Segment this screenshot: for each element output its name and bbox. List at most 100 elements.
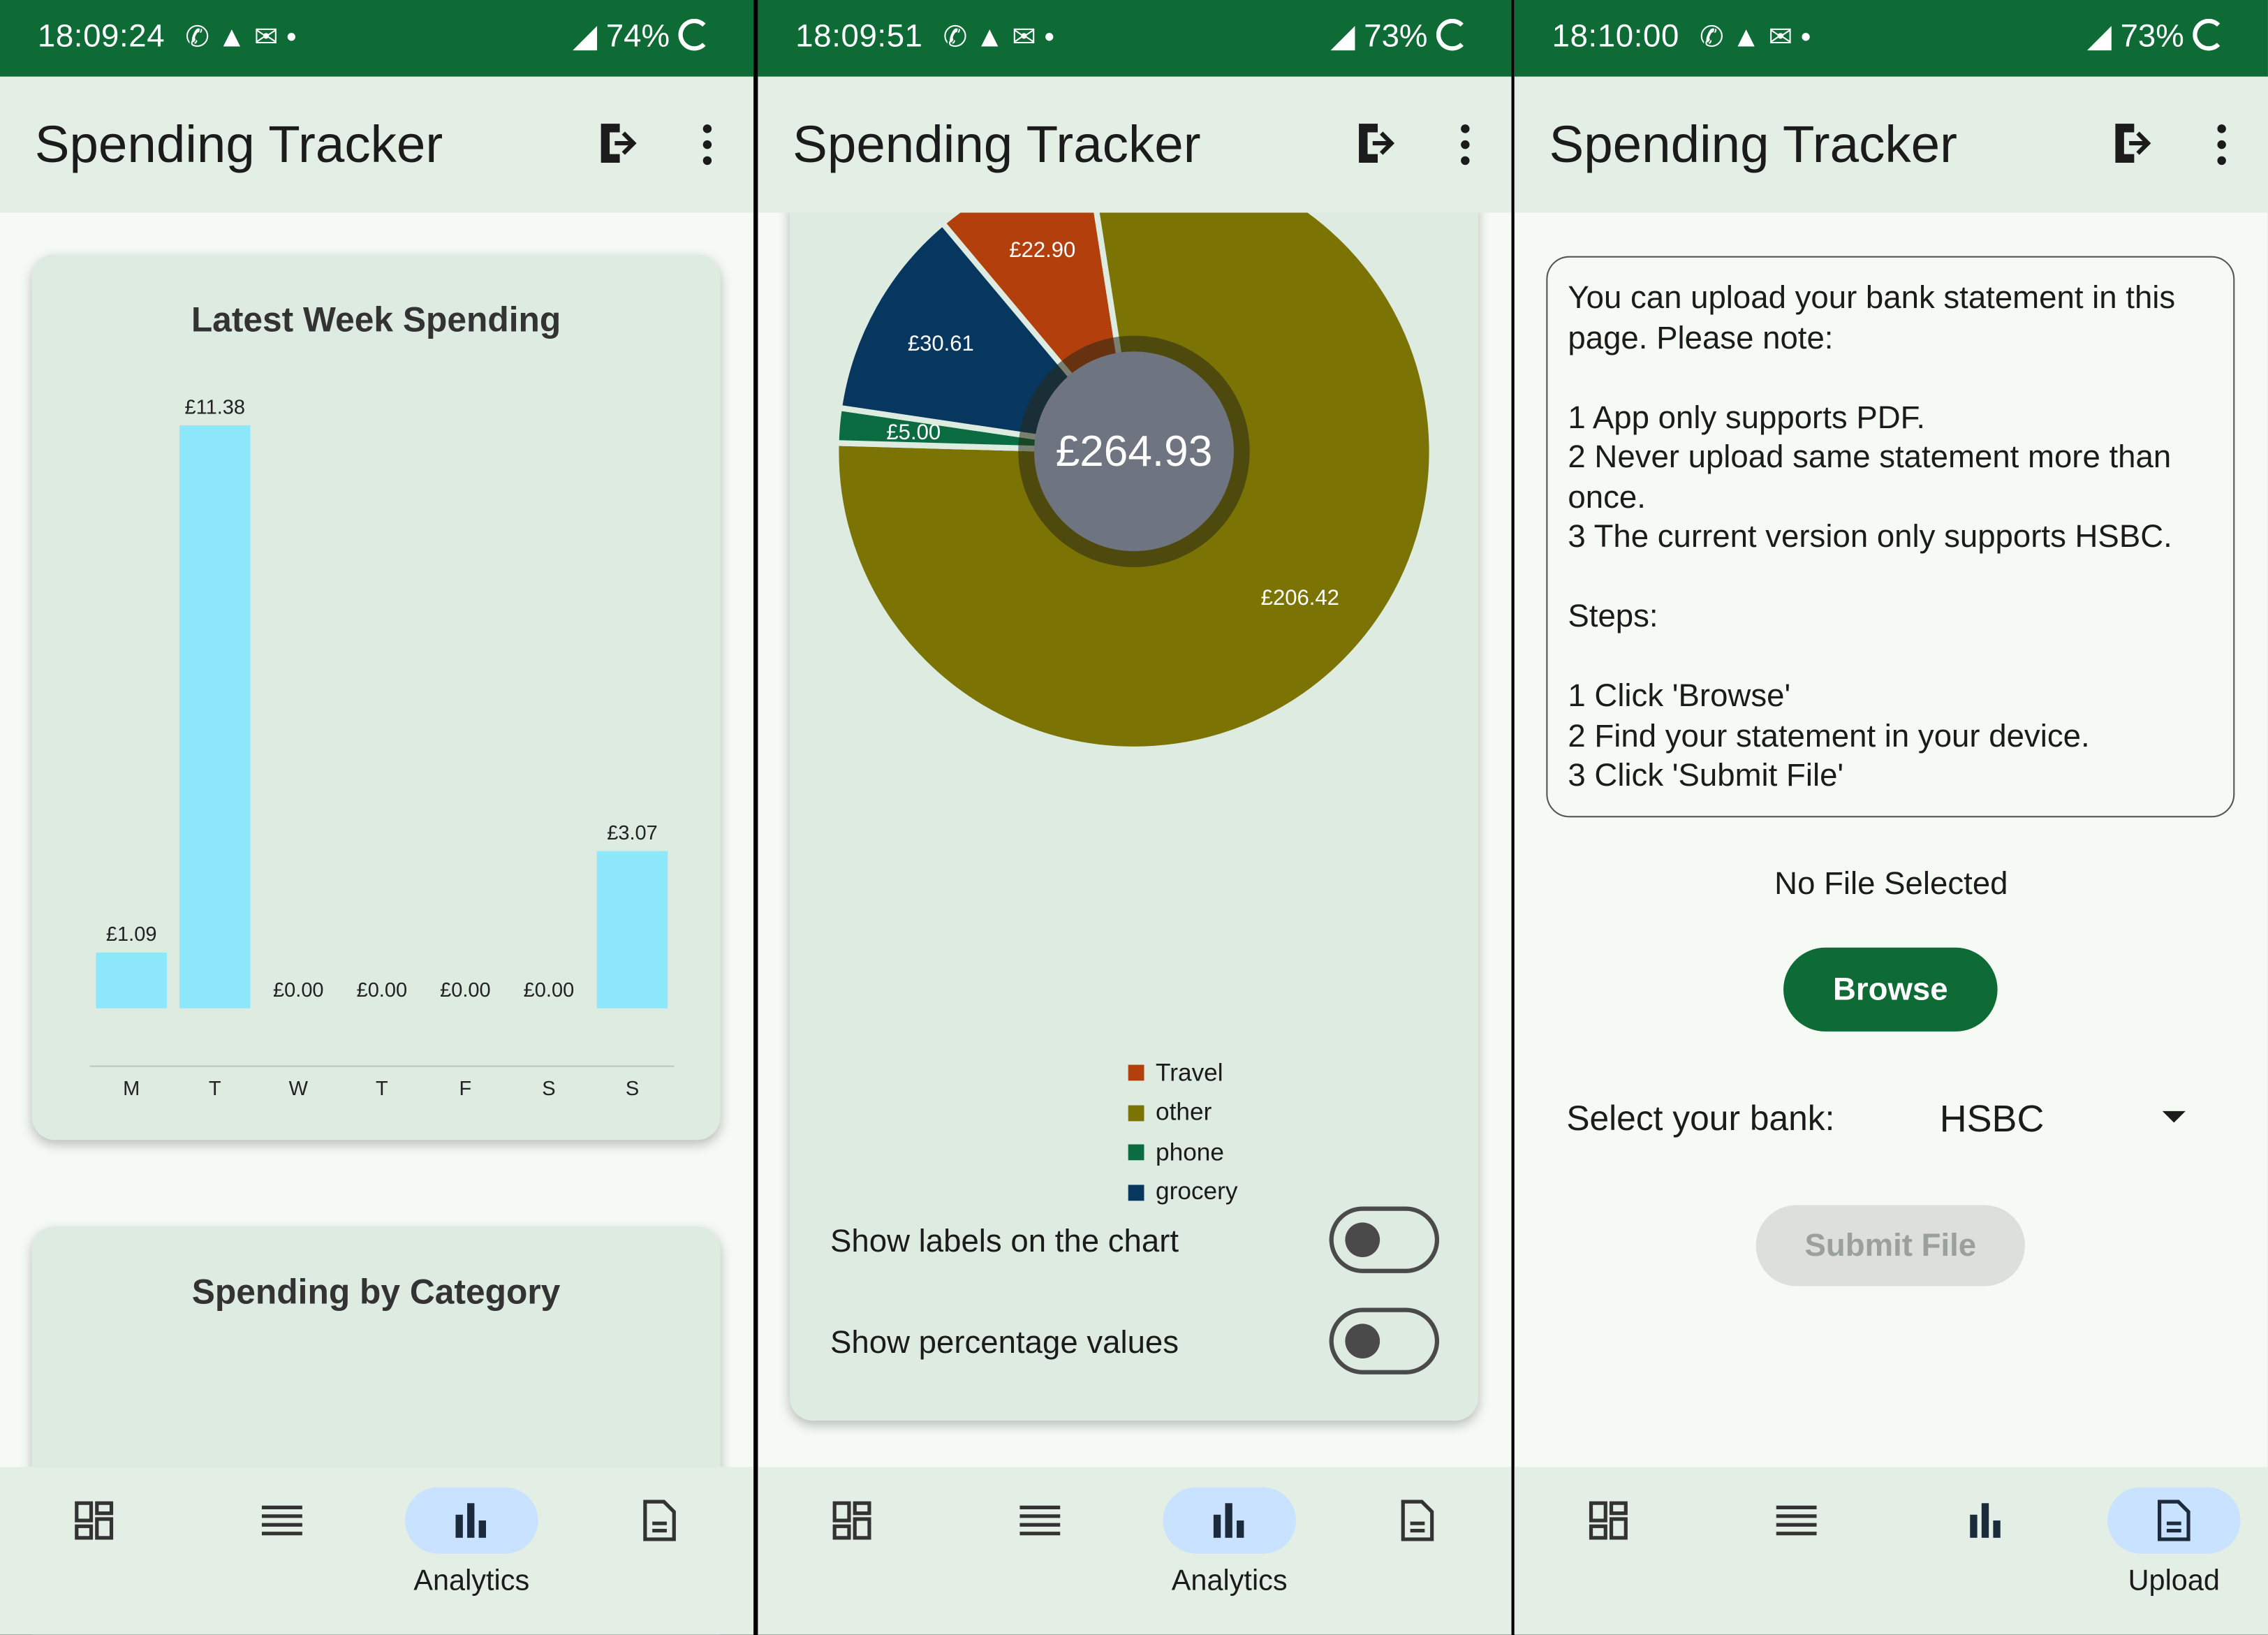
- pie-slice-label: £30.61: [908, 331, 974, 355]
- status-right: ◢ 73%: [1330, 17, 1468, 55]
- more-options-icon[interactable]: [2210, 123, 2233, 166]
- notification-icons: ✆ ▲ ✉ •: [185, 22, 297, 54]
- upload-instructions: You can upload your bank statement in th…: [1546, 256, 2235, 818]
- analytics-icon: [1213, 1503, 1244, 1538]
- x-tick-label: F: [459, 1078, 472, 1100]
- nav-upload[interactable]: Upload: [2087, 1487, 2261, 1598]
- logout-icon[interactable]: [597, 120, 643, 166]
- show-labels-switch[interactable]: [1329, 1206, 1440, 1273]
- dropdown-arrow-icon: [2162, 1110, 2186, 1123]
- show-percentages-switch[interactable]: [1329, 1307, 1440, 1374]
- nav-upload[interactable]: [1331, 1487, 1505, 1553]
- bar-1: [179, 425, 251, 1009]
- instruction-text: 1 App only supports PDF.: [1568, 398, 1926, 435]
- dashboard-icon: [832, 1501, 871, 1540]
- switch-knob: [1345, 1324, 1380, 1359]
- x-tick-label: W: [289, 1078, 309, 1100]
- logout-icon[interactable]: [1355, 120, 1401, 166]
- document-icon: [2158, 1500, 2190, 1541]
- nav-list[interactable]: [1709, 1487, 1883, 1553]
- nav-label: Upload: [2128, 1565, 2220, 1597]
- instruction-text: You can upload your bank statement in th…: [1568, 279, 2176, 355]
- analytics-icon: [1970, 1503, 2001, 1538]
- legend-item: other: [1128, 1093, 1238, 1133]
- browse-button[interactable]: Browse: [1783, 947, 1998, 1032]
- nav-label: Analytics: [1171, 1565, 1288, 1597]
- bottom-navigation: Upload: [1514, 1467, 2268, 1635]
- x-tick-label: S: [542, 1078, 555, 1100]
- file-status: No File Selected: [1774, 865, 2008, 902]
- app-title: Spending Tracker: [34, 114, 443, 174]
- signal-icon: ◢: [573, 17, 598, 54]
- weekly-bar-chart: £1.09 M £11.38 T £0.00 W £0.00 T £0.00 F £0.00 S £3.…: [89, 396, 675, 1100]
- logout-icon[interactable]: [2112, 120, 2158, 166]
- pie-legend: Travel other phone grocery: [1128, 1053, 1238, 1212]
- nav-list[interactable]: [953, 1487, 1127, 1553]
- nav-analytics[interactable]: Analytics: [385, 1487, 559, 1598]
- x-tick-label: T: [209, 1078, 221, 1100]
- phone-screen-upload: 18:10:00 ✆ ▲ ✉ • ◢ 73% Spending Tracker …: [1514, 0, 2268, 1635]
- legend-swatch: [1128, 1184, 1144, 1201]
- app-bar: Spending Tracker: [1514, 76, 2268, 213]
- bar-value-label: £1.09: [106, 923, 157, 946]
- list-icon: [261, 1505, 302, 1536]
- category-pie-chart: £22.90£206.42£5.00£30.61£264.93: [833, 150, 1435, 753]
- bar-value-label: £3.07: [607, 822, 658, 844]
- phone-screen-analytics-1: 18:09:24 ✆ ▲ ✉ • ◢ 74% Spending Tracker …: [0, 0, 754, 1635]
- legend-label: phone: [1156, 1138, 1224, 1166]
- legend-swatch: [1128, 1144, 1144, 1161]
- instruction-text: 1 Click 'Browse': [1568, 677, 1791, 714]
- battery-icon: [678, 18, 711, 51]
- document-icon: [1401, 1500, 1434, 1541]
- instruction-text: 3 The current version only supports HSBC…: [1568, 518, 2172, 555]
- submit-file-button[interactable]: Submit File: [1755, 1205, 2025, 1286]
- legend-item: grocery: [1128, 1173, 1237, 1212]
- bar-value-label: £0.00: [524, 979, 575, 1002]
- signal-icon: ◢: [2086, 17, 2112, 54]
- dashboard-icon: [1589, 1501, 1628, 1540]
- battery-percent: 73%: [1364, 17, 1428, 54]
- app-bar: Spending Tracker: [758, 76, 1512, 213]
- document-icon: [643, 1500, 676, 1541]
- nav-dashboard[interactable]: [7, 1487, 181, 1553]
- nav-analytics[interactable]: Analytics: [1142, 1487, 1316, 1598]
- legend-label: Travel: [1156, 1058, 1223, 1087]
- pie-slice-label: £22.90: [1009, 237, 1075, 262]
- app-title: Spending Tracker: [793, 114, 1201, 174]
- analytics-icon: [455, 1503, 486, 1538]
- status-time: 18:10:00: [1552, 17, 1679, 54]
- bottom-navigation: Analytics: [758, 1467, 1512, 1635]
- legend-swatch: [1128, 1105, 1144, 1121]
- instruction-text: 3 Click 'Submit File': [1568, 756, 1844, 793]
- nav-dashboard[interactable]: [765, 1487, 939, 1553]
- bar-value-label: £0.00: [440, 979, 491, 1002]
- dashboard-icon: [75, 1501, 114, 1540]
- nav-upload[interactable]: [573, 1487, 746, 1553]
- instruction-text: 2 Never upload same statement more than …: [1568, 438, 2172, 515]
- legend-item: phone: [1128, 1133, 1238, 1173]
- list-icon: [1776, 1505, 1817, 1536]
- battery-percent: 74%: [605, 17, 670, 54]
- more-options-icon[interactable]: [695, 123, 719, 166]
- notification-icons: ✆ ▲ ✉ •: [943, 22, 1055, 54]
- instruction-text: 2 Find your statement in your device.: [1568, 717, 2090, 754]
- status-right: ◢ 73%: [2087, 17, 2225, 55]
- status-bar: 18:09:51 ✆ ▲ ✉ • ◢ 73%: [758, 0, 1512, 77]
- weekly-spending-card: Latest Week Spending £1.09 M £11.38 T £0.00 W…: [31, 254, 721, 1141]
- status-right: ◢ 74%: [573, 17, 711, 55]
- switch-knob: [1345, 1222, 1380, 1258]
- app-bar: Spending Tracker: [0, 76, 754, 213]
- instruction-text: Steps:: [1568, 597, 1658, 634]
- toggle-label-show-labels: Show labels on the chart: [830, 1222, 1179, 1259]
- legend-label: other: [1156, 1098, 1212, 1127]
- bar-value-label: £0.00: [273, 979, 324, 1002]
- nav-list[interactable]: [196, 1487, 369, 1553]
- notification-icons: ✆ ▲ ✉ •: [1699, 22, 1811, 54]
- phone-screen-analytics-2: 18:09:51 ✆ ▲ ✉ • ◢ 73% £22.90 £206.42 £5.0…: [758, 0, 1512, 1635]
- more-options-icon[interactable]: [1454, 123, 1477, 166]
- nav-analytics[interactable]: [1899, 1487, 2073, 1553]
- nav-dashboard[interactable]: [1522, 1487, 1695, 1553]
- screenshot-collage: 18:09:24 ✆ ▲ ✉ • ◢ 74% Spending Tracker …: [0, 0, 2268, 1635]
- bank-dropdown[interactable]: HSBC: [1940, 1097, 2186, 1143]
- battery-icon: [2193, 18, 2225, 51]
